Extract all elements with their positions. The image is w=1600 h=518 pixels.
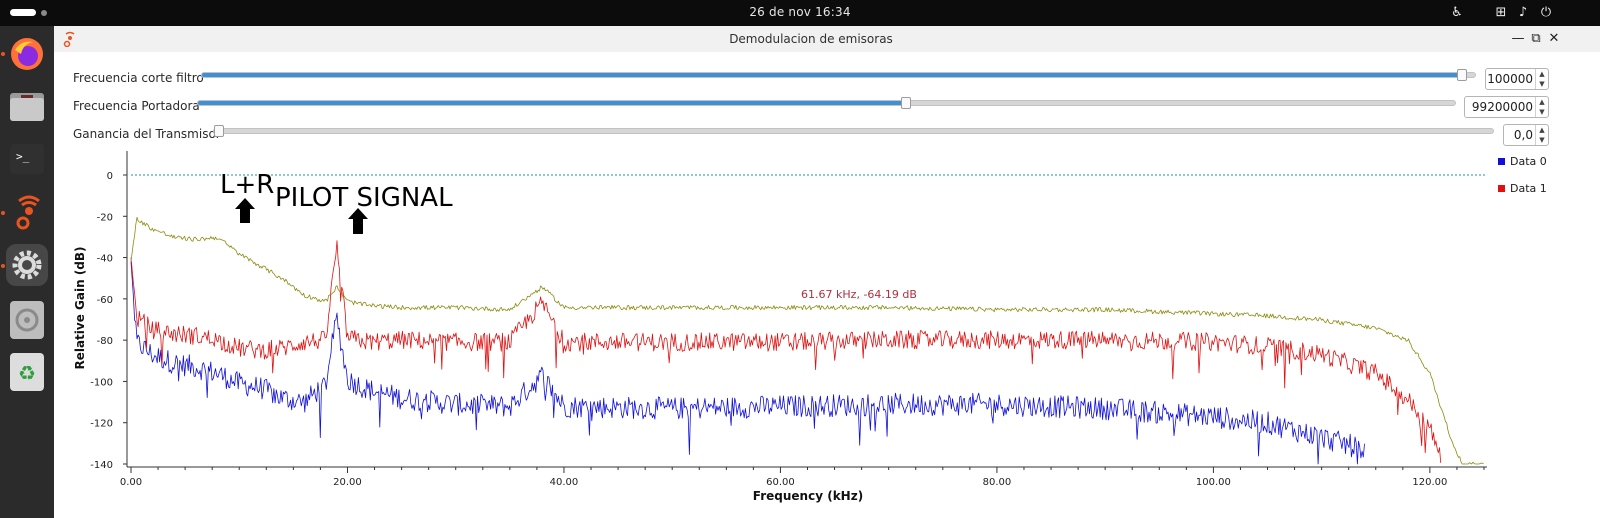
disk-icon[interactable]: [6, 299, 48, 341]
trash-icon[interactable]: ♻: [6, 351, 48, 393]
y-tick-label: -100: [90, 377, 113, 388]
y-tick-label: -60: [97, 295, 113, 306]
running-indicator: [1, 264, 5, 268]
legend-swatch: [1498, 185, 1505, 192]
app-window: Demodulacion de emisoras — ⧉ ✕ Frecuenci…: [54, 26, 1600, 518]
svg-text:>_: >_: [16, 150, 30, 163]
y-axis-title: Relative Gain (dB): [73, 246, 87, 369]
firefox-icon[interactable]: [6, 33, 48, 75]
y-tick-label: -140: [90, 460, 113, 471]
volume-icon[interactable]: ♪: [1515, 5, 1531, 21]
x-tick-label: 80.00: [983, 477, 1012, 488]
legend-swatch: [1498, 158, 1505, 165]
y-tick-label: -40: [97, 254, 113, 265]
network-icon[interactable]: ⊞: [1493, 5, 1509, 21]
x-tick-label: 100.00: [1196, 477, 1231, 488]
x-tick-label: 60.00: [766, 477, 795, 488]
y-tick-label: -20: [97, 212, 113, 223]
lr-annotation: L+R: [220, 170, 274, 200]
legend-label[interactable]: Data 1: [1510, 182, 1547, 195]
x-tick-label: 120.00: [1412, 477, 1447, 488]
svg-text:♻: ♻: [18, 361, 36, 385]
clock[interactable]: 26 de nov 16:34: [0, 5, 1600, 19]
accessibility-icon[interactable]: ♿: [1449, 5, 1465, 21]
running-indicator: [1, 211, 5, 215]
y-ticks: 0 -20 -40 -60 -80 -100 -120 -140: [90, 171, 127, 471]
y-tick-label: 0: [107, 171, 113, 182]
terminal-icon[interactable]: >_: [6, 138, 48, 180]
x-tick-label: 40.00: [550, 477, 579, 488]
running-indicator: [1, 52, 5, 56]
system-top-bar: 26 de nov 16:34 ♿ ⊞ ♪ ⏻: [0, 0, 1600, 26]
x-tick-label: 0.00: [120, 477, 142, 488]
x-tick-label: 20.00: [333, 477, 362, 488]
settings-icon[interactable]: [6, 244, 48, 286]
dock: >_ ♻: [0, 26, 54, 518]
legend-label[interactable]: Data 0: [1510, 155, 1547, 168]
files-icon[interactable]: [6, 86, 48, 128]
cursor-readout: 61.67 kHz, -64.19 dB: [801, 288, 917, 301]
y-tick-label: -120: [90, 419, 113, 430]
x-ticks: 0.00 20.00 40.00 60.00 80.00 100.00 120.00: [120, 467, 1485, 488]
pilot-annotation: PILOT SIGNAL: [275, 183, 453, 213]
frequency-plot[interactable]: 0 -20 -40 -60 -80 -100 -120 -140 0.00 20.00 40.00…: [54, 26, 1600, 518]
y-tick-label: -80: [97, 336, 113, 347]
gnuradio-icon[interactable]: [6, 190, 48, 232]
legend: Data 0 Data 1: [1498, 155, 1547, 195]
power-icon[interactable]: ⏻: [1538, 5, 1554, 21]
x-axis-title: Frequency (kHz): [753, 489, 863, 503]
